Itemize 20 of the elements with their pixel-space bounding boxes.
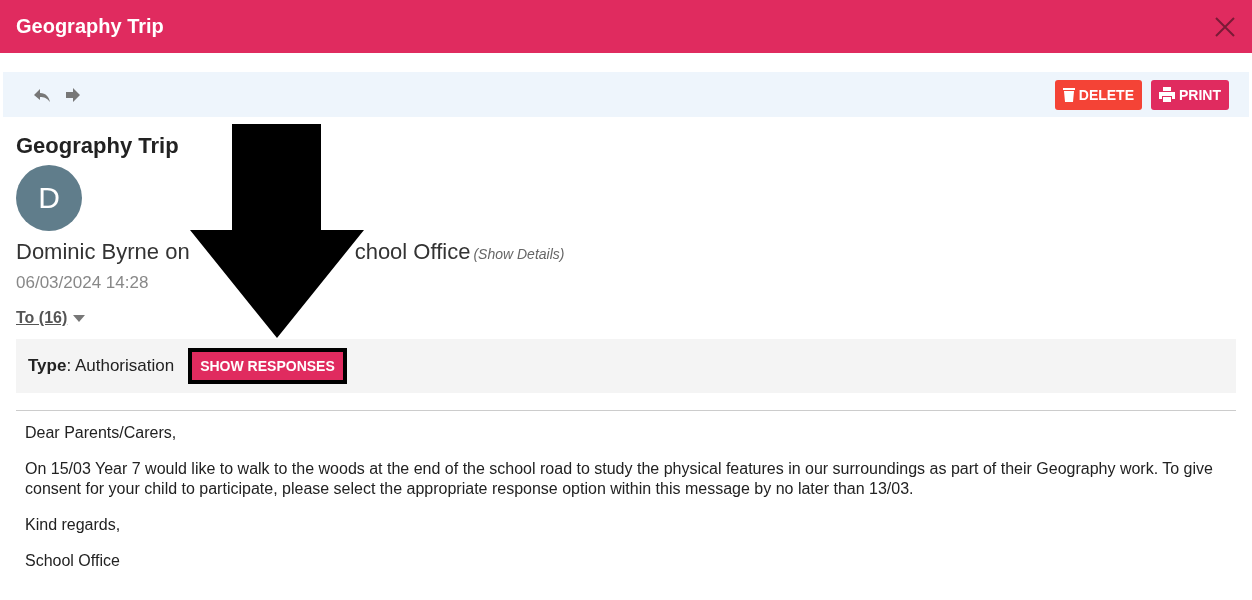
sender-name: chool Office: [354, 239, 471, 265]
sender-avatar: D: [16, 165, 82, 231]
message-date: 06/03/2024 14:28: [16, 273, 150, 293]
body-paragraph: School Office: [25, 551, 121, 571]
delete-button[interactable]: DELETE: [1054, 79, 1142, 110]
print-button[interactable]: PRINT: [1151, 79, 1229, 110]
recipients-link[interactable]: To (16): [16, 309, 68, 327]
message-type: Type: Authorisation: [28, 356, 175, 376]
trash-icon: [1062, 87, 1075, 102]
body-paragraph: Dear Parents/Carers,: [25, 423, 178, 443]
body-paragraph: On 15/03 Year 7 would like to walk to the woods at the end of the school road to study the physical features in our surroundings as part of their Geography work. To give consent for your child to participate, please select the appropriate response option within this message by no later than 13/03.: [25, 459, 1214, 499]
close-icon[interactable]: [1214, 15, 1236, 38]
message-subject: Geography Trip: [16, 133, 180, 159]
caret-icon[interactable]: [73, 314, 86, 322]
window-title: Geography Trip: [16, 15, 164, 38]
sender-name: Dominic Byrne on: [16, 239, 190, 265]
show-details-link[interactable]: (Show Details): [473, 246, 565, 262]
printer-icon: [1159, 87, 1175, 102]
forward-icon[interactable]: [65, 86, 81, 103]
body-paragraph: Kind regards,: [25, 515, 122, 535]
